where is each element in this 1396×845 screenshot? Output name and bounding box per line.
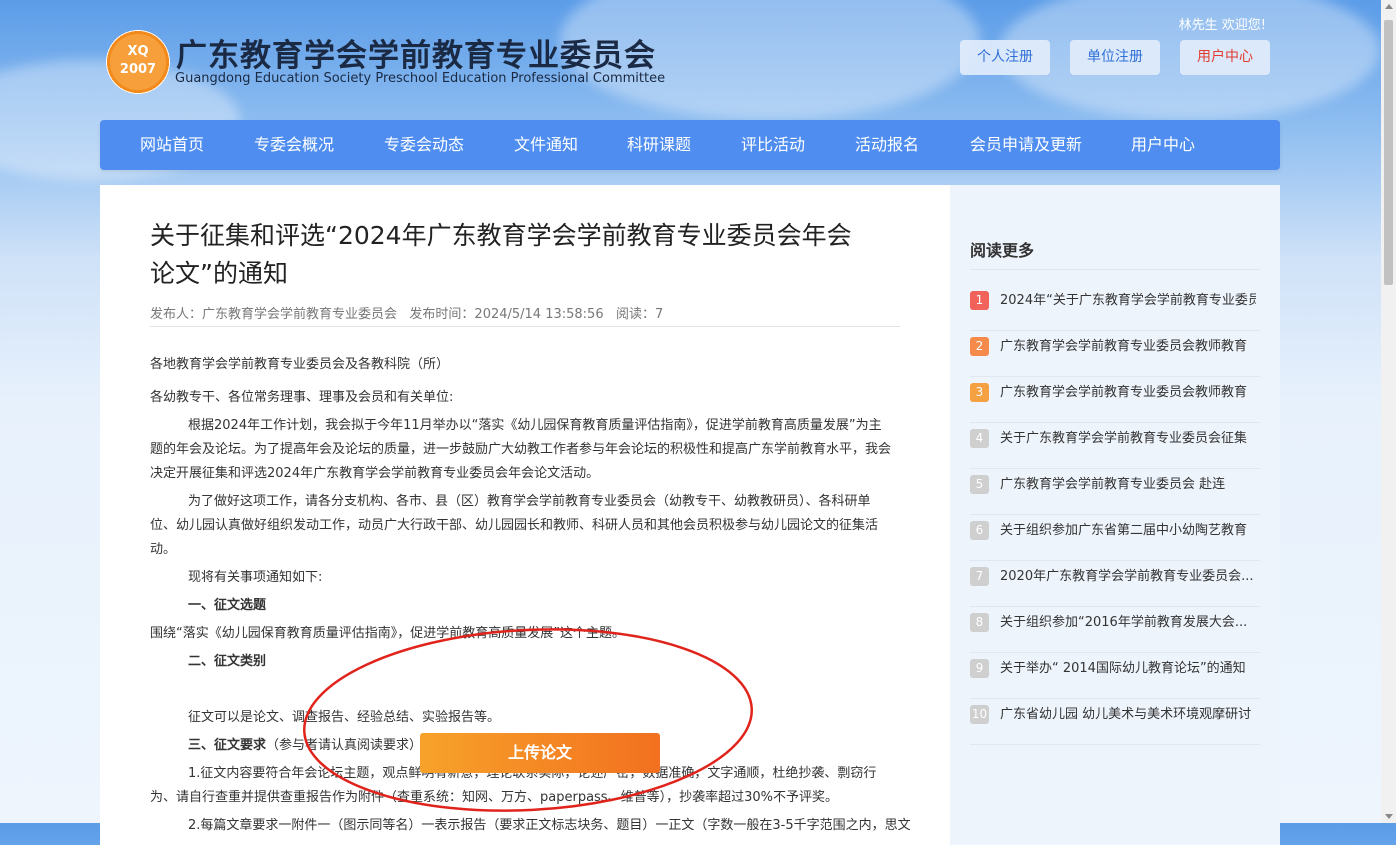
paragraph: 各幼教专干、各位常务理事、理事及会员和有关单位: <box>150 390 454 405</box>
item-rank-badge: 2 <box>970 337 989 356</box>
item-link[interactable]: 关于举办“ 2014国际幼儿教育论坛”的通知 <box>1000 657 1256 676</box>
main-nav: 网站首页 专委会概况 专委会动态 文件通知 科研课题 评比活动 活动报名 会员申… <box>100 120 1280 170</box>
item-rank-badge: 4 <box>970 429 989 448</box>
paragraph: 为、请自行查重并提供查重报告作为附件（查重系统：知网、万方、paperpass、… <box>150 790 838 805</box>
item-link[interactable]: 关于广东教育学会学前教育专业委员会征集 <box>1000 427 1256 446</box>
sidebar-item[interactable]: 9 关于举办“ 2014国际幼儿教育论坛”的通知 <box>970 653 1260 699</box>
paragraph: 根据2024年工作计划，我会拟于今年11月举办以“落实《幼儿园保育教育质量评估指… <box>188 418 882 433</box>
paragraph: 围绕“落实《幼儿园保育教育质量评估指南》，促进学前教育高质量发展”这个主题。 <box>150 626 625 641</box>
section-heading: 三、征文要求 <box>188 738 267 753</box>
site-subtitle: Guangdong Education Society Preschool Ed… <box>175 71 666 86</box>
item-rank-badge: 7 <box>970 567 989 586</box>
nav-item-overview[interactable]: 专委会概况 <box>254 120 334 170</box>
item-link[interactable]: 广东教育学会学前教育专业委员会教师教育 <box>1000 335 1256 354</box>
nav-item-user-center[interactable]: 用户中心 <box>1131 120 1195 170</box>
item-rank-badge: 8 <box>970 613 989 632</box>
page-scrollbar[interactable] <box>1381 0 1396 823</box>
nav-item-research[interactable]: 科研课题 <box>627 120 691 170</box>
item-rank-badge: 10 <box>970 705 989 724</box>
section-heading: 一、征文选题 <box>188 598 267 613</box>
paragraph: 征文可以是论文、调查报告、经验总结、实验报告等。 <box>188 710 501 725</box>
welcome-text: 林先生 欢迎您! <box>1178 18 1266 33</box>
sidebar-item[interactable]: 4 关于广东教育学会学前教育专业委员会征集 <box>970 423 1260 469</box>
article-meta: 发布人：广东教育学会学前教育专业委员会 发布时间：2024/5/14 13:58… <box>150 303 663 322</box>
item-link[interactable]: 2024年“关于广东教育学会学前教育专业委员会... <box>1000 289 1256 308</box>
item-link[interactable]: 广东教育学会学前教育专业委员会 赴连 <box>1000 473 1256 492</box>
sidebar-item[interactable]: 1 2024年“关于广东教育学会学前教育专业委员会... <box>970 285 1260 331</box>
paragraph: 各地教育学会学前教育专业委员会及各教科院（所） <box>150 357 450 372</box>
sidebar-item[interactable]: 6 关于组织参加广东省第二届中小幼陶艺教育 <box>970 515 1260 561</box>
logo-text-top: XQ <box>127 44 149 59</box>
meta-time: 发布时间：2024/5/14 13:58:56 <box>409 307 604 322</box>
paragraph: 2.每篇文章要求一附件一（图示同等名）一表示报告（要求正文标志块务、题目）一正文… <box>188 818 911 833</box>
read-more-sidebar: 阅读更多 1 2024年“关于广东教育学会学前教育专业委员会... 2 广东教育… <box>950 185 1280 845</box>
item-link[interactable]: 广东省幼儿园 幼儿美术与美术环境观摩研讨 <box>1000 703 1256 722</box>
nav-item-notices[interactable]: 文件通知 <box>514 120 578 170</box>
sidebar-item[interactable]: 7 2020年广东教育学会学前教育专业委员会... <box>970 561 1260 607</box>
divider <box>970 744 1260 745</box>
upload-paper-button[interactable]: 上传论文 <box>420 733 660 773</box>
sidebar-item[interactable]: 5 广东教育学会学前教育专业委员会 赴连 <box>970 469 1260 515</box>
divider <box>150 326 900 327</box>
sidebar-item[interactable]: 8 关于组织参加“2016年学前教育发展大会... <box>970 607 1260 653</box>
personal-register-button[interactable]: 个人注册 <box>960 40 1050 75</box>
item-rank-badge: 3 <box>970 383 989 402</box>
nav-item-home[interactable]: 网站首页 <box>140 120 204 170</box>
meta-publisher: 发布人：广东教育学会学前教育专业委员会 <box>150 307 398 322</box>
scrollbar-thumb[interactable] <box>1384 20 1393 285</box>
site-logo[interactable]: XQ 2007 <box>106 30 170 94</box>
sidebar-heading: 阅读更多 <box>970 241 1035 260</box>
paragraph: 决定开展征集和评选2024年广东教育学会学前教育专业委员会年会论文活动。 <box>150 466 600 481</box>
article-title: 关于征集和评选“2024年广东教育学会学前教育专业委员会年会论文”的通知 <box>150 221 852 288</box>
paragraph: 题的年会及论坛。为了提高年会及论坛的质量，进一步鼓励广大幼教工作者参与年会论坛的… <box>150 442 892 457</box>
scroll-down-icon[interactable] <box>1385 814 1393 819</box>
user-center-button[interactable]: 用户中心 <box>1180 40 1270 75</box>
nav-item-membership[interactable]: 会员申请及更新 <box>970 120 1082 170</box>
unit-register-button[interactable]: 单位注册 <box>1070 40 1160 75</box>
article-panel: 关于征集和评选“2024年广东教育学会学前教育专业委员会年会论文”的通知 发布人… <box>100 185 950 845</box>
scroll-up-icon[interactable] <box>1385 4 1393 9</box>
item-rank-badge: 5 <box>970 475 989 494</box>
nav-item-news[interactable]: 专委会动态 <box>384 120 464 170</box>
divider <box>970 269 1260 270</box>
paragraph: 动。 <box>150 542 177 557</box>
sidebar-item[interactable]: 2 广东教育学会学前教育专业委员会教师教育 <box>970 331 1260 377</box>
item-rank-badge: 6 <box>970 521 989 540</box>
paragraph: 为了做好这项工作，请各分支机构、各市、县（区）教育学会学前教育专业委员会（幼教专… <box>188 494 871 509</box>
meta-reads: 阅读：7 <box>616 307 664 322</box>
site-title: 广东教育学会学前教育专业委员会 <box>176 38 656 74</box>
item-link[interactable]: 关于组织参加广东省第二届中小幼陶艺教育 <box>1000 519 1256 538</box>
item-rank-badge: 9 <box>970 659 989 678</box>
sidebar-item[interactable]: 3 广东教育学会学前教育专业委员会教师教育 <box>970 377 1260 423</box>
item-link[interactable]: 广东教育学会学前教育专业委员会教师教育 <box>1000 381 1256 400</box>
logo-text-bottom: 2007 <box>119 62 157 77</box>
item-link[interactable]: 2020年广东教育学会学前教育专业委员会... <box>1000 565 1256 584</box>
item-rank-badge: 1 <box>970 291 989 310</box>
nav-item-competitions[interactable]: 评比活动 <box>741 120 805 170</box>
section-heading: 二、征文类别 <box>188 654 267 669</box>
sidebar-item[interactable]: 10 广东省幼儿园 幼儿美术与美术环境观摩研讨 <box>970 699 1260 745</box>
paragraph: 位、幼儿园认真做好组织发动工作，动员广大行政干部、幼儿园园长和教师、科研人员和其… <box>150 518 879 533</box>
paragraph: 现将有关事项通知如下: <box>188 570 323 585</box>
nav-item-registration[interactable]: 活动报名 <box>855 120 919 170</box>
item-link[interactable]: 关于组织参加“2016年学前教育发展大会... <box>1000 611 1256 630</box>
section-note: （参与者请认真阅读要求） <box>266 738 423 753</box>
